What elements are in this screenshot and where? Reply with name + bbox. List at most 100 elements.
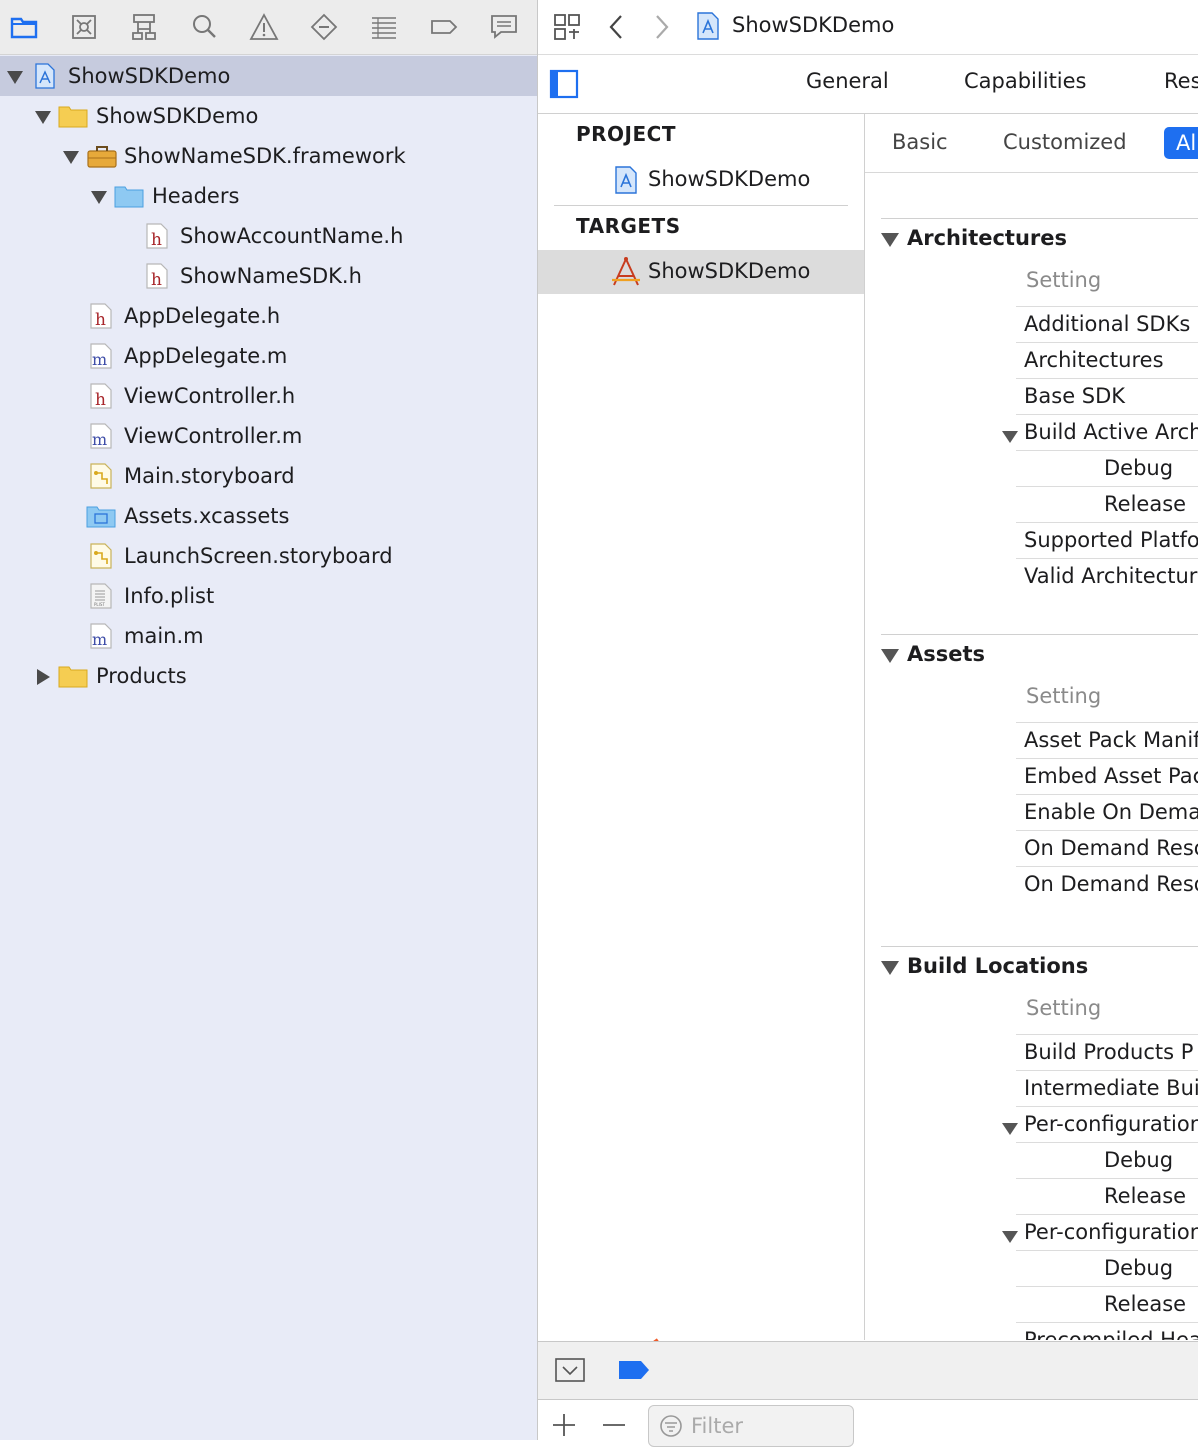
project-item[interactable]: ShowSDKDemo — [538, 158, 864, 202]
tree-item[interactable]: ShowSDKDemo — [0, 56, 537, 96]
setting-row[interactable]: Base SDK — [1016, 378, 1198, 415]
build-settings-pane: Basic Customized Al Architectures Setting… — [865, 114, 1198, 1340]
group-divider — [881, 634, 1198, 635]
tree-item[interactable]: Assets.xcassets — [0, 496, 537, 536]
disclosure-open-icon[interactable] — [34, 107, 52, 125]
setting-column-header: Setting — [1026, 996, 1102, 1020]
remove-target-button[interactable] — [600, 1411, 628, 1439]
grid-icon[interactable] — [552, 12, 582, 42]
setting-row[interactable]: On Demand Reso — [1016, 866, 1198, 903]
header-file-icon: h — [90, 303, 112, 330]
setting-row[interactable]: On Demand Reso — [1016, 830, 1198, 867]
settings-group-title[interactable]: Build Locations — [907, 954, 1088, 978]
setting-row[interactable]: Additional SDKs — [1016, 306, 1198, 343]
tree-item[interactable]: PLIST Info.plist — [0, 576, 537, 616]
framework-icon — [86, 143, 118, 169]
header-file-icon: h — [146, 223, 168, 250]
folder-icon[interactable] — [4, 8, 44, 46]
setting-row[interactable]: Build Products P — [1016, 1034, 1198, 1071]
setting-row[interactable]: Debug — [1016, 1142, 1198, 1179]
svg-text:m: m — [92, 630, 107, 649]
disclosure-open-icon[interactable] — [881, 232, 899, 248]
disclosure-open-icon[interactable] — [1002, 1225, 1018, 1243]
filter-field[interactable]: Filter — [648, 1405, 854, 1447]
tree-item[interactable]: h ShowAccountName.h — [0, 216, 537, 256]
tree-item[interactable]: ShowNameSDK.framework — [0, 136, 537, 176]
breakpoint-tag-icon[interactable] — [618, 1359, 650, 1381]
debug-area-toggle-icon[interactable] — [554, 1356, 586, 1384]
project-editor: ShowSDKDemo General Capabilities Res PRO… — [538, 0, 1198, 1447]
tree-item[interactable]: m ViewController.m — [0, 416, 537, 456]
disclosure-open-icon[interactable] — [6, 67, 24, 85]
settings-group-title[interactable]: Assets — [907, 642, 985, 666]
setting-row[interactable]: Release — [1016, 1286, 1198, 1323]
tag-icon[interactable] — [424, 8, 464, 46]
tab-general[interactable]: General — [806, 69, 889, 93]
breakpoint-icon[interactable] — [304, 8, 344, 46]
source-control-icon[interactable] — [64, 8, 104, 46]
setting-row-label: On Demand Reso — [1024, 836, 1198, 860]
setting-row[interactable]: Per-configuration — [1002, 1106, 1198, 1143]
setting-row[interactable]: Precompiled Hea — [1016, 1322, 1198, 1340]
setting-row[interactable]: Debug — [1016, 450, 1198, 487]
setting-row[interactable]: Build Active Arch — [1002, 414, 1198, 451]
tree-item[interactable]: m main.m — [0, 616, 537, 656]
tree-item[interactable]: m AppDelegate.m — [0, 336, 537, 376]
tab-capabilities[interactable]: Capabilities — [964, 69, 1087, 93]
tree-item[interactable]: Main.storyboard — [0, 456, 537, 496]
settings-scope-bar: Basic Customized Al — [865, 114, 1198, 173]
project-item-label: ShowSDKDemo — [648, 167, 811, 191]
report-icon[interactable] — [364, 8, 404, 46]
setting-row[interactable]: Intermediate Buil — [1016, 1070, 1198, 1107]
setting-row[interactable]: Enable On Dema — [1016, 794, 1198, 831]
editor-tab-bar: General Capabilities Res — [538, 55, 1198, 114]
tree-item[interactable]: h AppDelegate.h — [0, 296, 537, 336]
warning-icon[interactable] — [244, 8, 284, 46]
disclosure-open-icon[interactable] — [1002, 425, 1018, 443]
breadcrumb-title[interactable]: ShowSDKDemo — [732, 13, 894, 37]
group-divider — [881, 218, 1198, 219]
chat-icon[interactable] — [484, 8, 524, 46]
disclosure-open-icon[interactable] — [881, 648, 899, 664]
disclosure-open-icon[interactable] — [881, 960, 899, 976]
tree-item[interactable]: ShowSDKDemo — [0, 96, 537, 136]
tree-item-label: LaunchScreen.storyboard — [124, 544, 393, 568]
scope-all[interactable]: Al — [1164, 127, 1198, 159]
settings-group-title[interactable]: Architectures — [907, 226, 1067, 250]
disclosure-open-icon[interactable] — [90, 187, 108, 205]
add-target-button[interactable] — [550, 1411, 578, 1439]
scope-basic[interactable]: Basic — [892, 130, 948, 154]
setting-row-label: Enable On Dema — [1024, 800, 1198, 824]
setting-row[interactable]: Asset Pack Manif — [1016, 722, 1198, 759]
disclosure-closed-icon[interactable] — [34, 667, 52, 685]
target-item[interactable]: ShowSDKDemo — [538, 250, 864, 294]
setting-row[interactable]: Debug — [1016, 1250, 1198, 1287]
disclosure-open-icon[interactable] — [62, 147, 80, 165]
tree-item[interactable]: h ShowNameSDK.h — [0, 256, 537, 296]
toggle-targets-icon[interactable] — [549, 69, 579, 99]
setting-row[interactable]: Embed Asset Pac — [1016, 758, 1198, 795]
setting-row[interactable]: Release — [1016, 1178, 1198, 1215]
hierarchy-icon[interactable] — [124, 8, 164, 46]
disclosure-open-icon[interactable] — [1002, 1117, 1018, 1135]
tree-item[interactable]: Products — [0, 656, 537, 696]
tree-item-label: AppDelegate.h — [124, 304, 281, 328]
setting-row-label: Supported Platfo — [1024, 528, 1198, 552]
setting-row[interactable]: Valid Architectur — [1016, 558, 1198, 595]
group-divider — [881, 946, 1198, 947]
tree-item[interactable]: LaunchScreen.storyboard — [0, 536, 537, 576]
setting-row-label: Asset Pack Manif — [1024, 728, 1198, 752]
setting-row[interactable]: Release — [1016, 486, 1198, 523]
tree-item-label: ShowSDKDemo — [68, 64, 231, 88]
scope-customized[interactable]: Customized — [1003, 130, 1127, 154]
tree-item[interactable]: h ViewController.h — [0, 376, 537, 416]
setting-row[interactable]: Per-configuration — [1002, 1214, 1198, 1251]
back-chevron-icon[interactable] — [604, 12, 630, 42]
tab-resource-tags[interactable]: Res — [1164, 69, 1198, 93]
forward-chevron-icon[interactable] — [648, 12, 674, 42]
setting-row[interactable]: Supported Platfo — [1016, 522, 1198, 559]
tree-item[interactable]: Headers — [0, 176, 537, 216]
setting-row-label: Release — [1104, 1292, 1187, 1316]
search-icon[interactable] — [184, 8, 224, 46]
setting-row[interactable]: Architectures — [1016, 342, 1198, 379]
